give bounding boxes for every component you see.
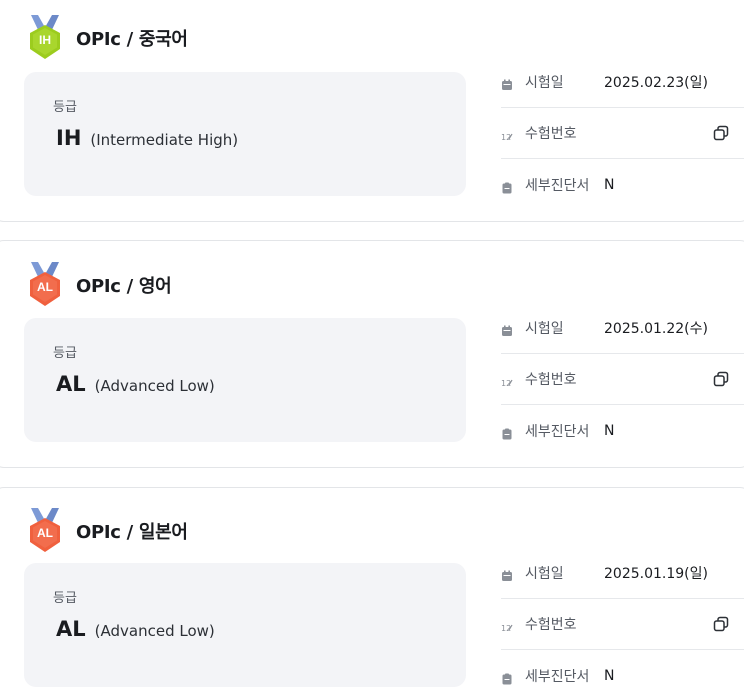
medal-label: AL	[37, 280, 53, 294]
copy-icon[interactable]	[713, 616, 729, 632]
exam-number-label: 수험번호	[525, 372, 577, 388]
diagnosis-row: 세부진단서 N	[501, 159, 744, 210]
diagnosis-value: N	[604, 422, 615, 439]
exam-number-row: 12 수험번호	[501, 354, 744, 405]
diagnosis-value: N	[604, 176, 615, 193]
diagnosis-label: 세부진단서	[525, 423, 590, 440]
copy-icon[interactable]	[713, 125, 729, 141]
grade-description: (Advanced Low)	[94, 377, 215, 395]
result-card: AL OPIc / 일본어 등급 AL (Advanced Low) 시험일 2…	[0, 487, 744, 698]
grade-label: 등급	[53, 591, 77, 606]
grade-medal-icon: IH	[25, 15, 65, 61]
grade-code: AL	[56, 372, 86, 396]
diagnosis-row: 세부진단서 N	[501, 405, 744, 456]
grade-code: AL	[56, 617, 86, 641]
calendar-icon	[501, 322, 513, 336]
result-header: AL OPIc / 일본어	[25, 508, 188, 554]
copy-icon[interactable]	[713, 371, 729, 387]
medal-label: AL	[37, 526, 53, 540]
grade-label: 등급	[53, 100, 77, 115]
exam-number-label: 수험번호	[525, 126, 577, 142]
grade-value: AL (Advanced Low)	[56, 372, 215, 396]
number-icon: 12	[501, 127, 513, 142]
grade-description: (Intermediate High)	[90, 131, 239, 149]
grade-panel: 등급 AL (Advanced Low)	[24, 318, 466, 442]
test-date-row: 시험일 2025.02.23(일)	[501, 57, 744, 108]
result-title: OPIc / 일본어	[76, 522, 188, 543]
grade-panel: 등급 AL (Advanced Low)	[24, 563, 466, 687]
result-title: OPIc / 중국어	[76, 29, 188, 50]
grade-panel: 등급 IH (Intermediate High)	[24, 72, 466, 196]
exam-number-row: 12 수험번호	[501, 108, 744, 159]
grade-code: IH	[56, 126, 82, 150]
test-date-label: 시험일	[525, 75, 564, 91]
calendar-icon	[501, 567, 513, 581]
diagnosis-row: 세부진단서 N	[501, 650, 744, 698]
test-date-row: 시험일 2025.01.19(일)	[501, 548, 744, 599]
test-date-value: 2025.01.22(수)	[604, 321, 708, 337]
test-date-row: 시험일 2025.01.22(수)	[501, 303, 744, 354]
calendar-icon	[501, 76, 513, 90]
test-date-label: 시험일	[525, 566, 564, 582]
result-header: IH OPIc / 중국어	[25, 15, 188, 61]
medal-label: IH	[39, 33, 51, 47]
grade-medal-icon: AL	[25, 508, 65, 554]
diagnosis-label: 세부진단서	[525, 668, 590, 685]
report-icon	[501, 425, 513, 439]
exam-number-label: 수험번호	[525, 617, 577, 633]
result-title: OPIc / 영어	[76, 276, 172, 297]
test-date-value: 2025.01.19(일)	[604, 566, 708, 582]
report-icon	[501, 179, 513, 193]
info-list: 시험일 2025.01.22(수) 12 수험번호 세부진단서 N	[501, 303, 744, 456]
grade-label: 등급	[53, 346, 77, 361]
number-icon: 12	[501, 373, 513, 388]
info-list: 시험일 2025.01.19(일) 12 수험번호 세부진단서 N	[501, 548, 744, 698]
result-card: AL OPIc / 영어 등급 AL (Advanced Low) 시험일 20…	[0, 240, 744, 468]
grade-description: (Advanced Low)	[94, 622, 215, 640]
diagnosis-label: 세부진단서	[525, 177, 590, 194]
report-icon	[501, 670, 513, 684]
diagnosis-value: N	[604, 667, 615, 684]
result-card: IH OPIc / 중국어 등급 IH (Intermediate High) …	[0, 0, 744, 222]
grade-value: AL (Advanced Low)	[56, 617, 215, 641]
test-date-label: 시험일	[525, 321, 564, 337]
exam-number-row: 12 수험번호	[501, 599, 744, 650]
result-header: AL OPIc / 영어	[25, 262, 172, 308]
grade-medal-icon: AL	[25, 262, 65, 308]
grade-value: IH (Intermediate High)	[56, 126, 238, 150]
test-date-value: 2025.02.23(일)	[604, 75, 708, 91]
number-icon: 12	[501, 618, 513, 633]
info-list: 시험일 2025.02.23(일) 12 수험번호 세부진단서 N	[501, 57, 744, 210]
